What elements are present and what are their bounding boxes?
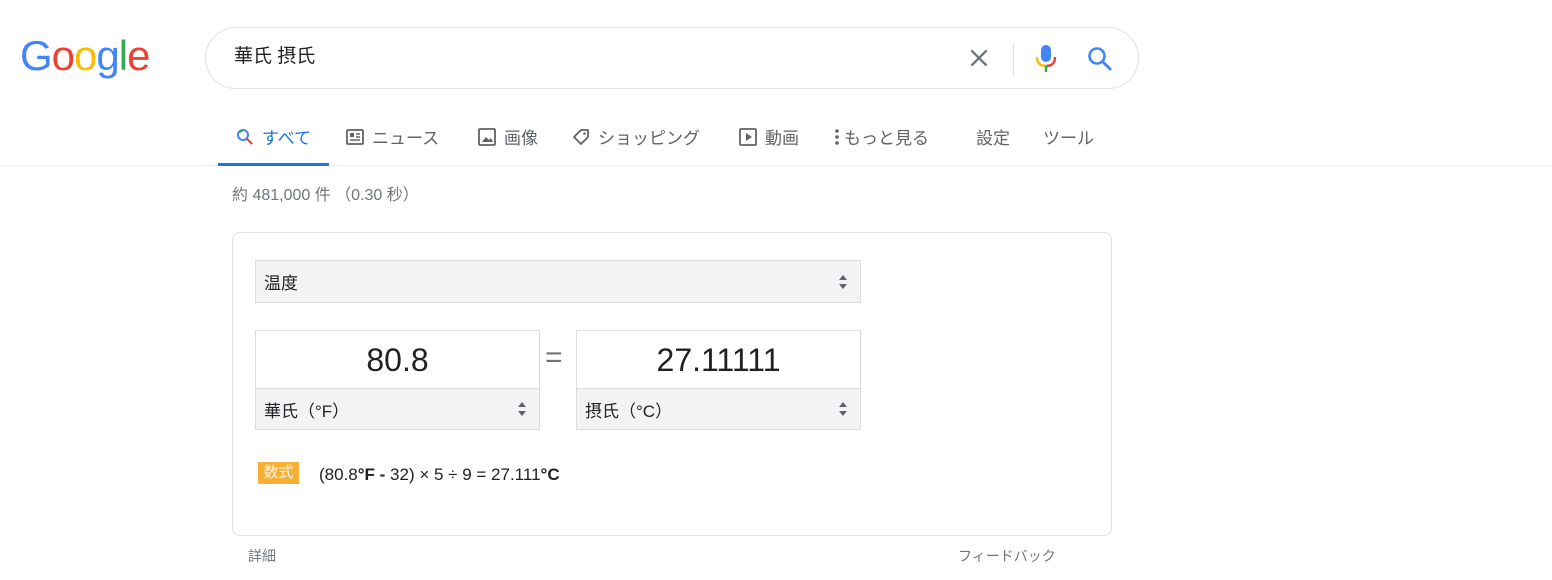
formula-unit: °C xyxy=(540,465,560,484)
from-unit-box: 80.8 華氏（°F） xyxy=(255,330,540,430)
search-icon xyxy=(236,128,253,145)
formula-part: 32) × 5 ÷ 9 = 27.111 xyxy=(390,465,541,484)
tab-label: 設定 xyxy=(976,129,1010,148)
logo-letter: g xyxy=(96,32,119,79)
logo-letter: e xyxy=(127,32,150,79)
updown-arrow-icon xyxy=(839,402,847,416)
search-divider xyxy=(1013,42,1014,76)
from-unit-select[interactable]: 華氏（°F） xyxy=(256,388,539,429)
feedback-link[interactable]: フィードバック xyxy=(958,546,1056,566)
tab-label: もっと見る xyxy=(844,129,929,148)
google-logo[interactable]: G o o g l e xyxy=(20,32,150,79)
play-icon xyxy=(739,127,757,146)
image-icon xyxy=(478,127,496,146)
search-box[interactable]: 華氏 摂氏 xyxy=(205,27,1139,89)
detail-link[interactable]: 詳細 xyxy=(248,546,276,566)
equals-sign: = xyxy=(545,341,563,374)
to-value-input[interactable]: 27.11111 xyxy=(577,331,860,389)
tab-more[interactable]: もっと見る xyxy=(834,108,929,165)
result-stats: 約 481,000 件 （0.30 秒） xyxy=(232,187,419,204)
logo-letter: l xyxy=(118,32,128,79)
more-vert-icon xyxy=(835,128,839,145)
tab-news[interactable]: ニュース xyxy=(346,108,439,165)
logo-letter: G xyxy=(20,32,53,79)
category-select[interactable]: 温度 xyxy=(255,260,861,303)
logo-letter: o xyxy=(51,32,75,79)
close-icon[interactable] xyxy=(966,45,992,71)
tab-label: 動画 xyxy=(765,129,799,148)
formula-part: - xyxy=(374,465,391,484)
tab-settings[interactable]: 設定 xyxy=(976,108,1010,165)
tab-label: すべて xyxy=(261,129,312,148)
search-icon[interactable] xyxy=(1086,45,1114,73)
to-unit-select[interactable]: 摂氏（°C） xyxy=(577,388,860,429)
formula-part: (80.8 xyxy=(319,465,358,484)
formula-badge: 数式 xyxy=(258,462,299,484)
tab-label: 画像 xyxy=(504,129,538,148)
logo-letter: o xyxy=(74,32,97,79)
to-unit-box: 27.11111 摂氏（°C） xyxy=(576,330,861,430)
tab-shopping[interactable]: ショッピング xyxy=(572,108,700,165)
tab-all[interactable]: すべて xyxy=(218,108,329,166)
microphone-icon[interactable] xyxy=(1034,43,1058,75)
tab-videos[interactable]: 動画 xyxy=(739,108,799,165)
news-icon xyxy=(346,128,364,145)
search-input[interactable]: 華氏 摂氏 xyxy=(234,28,315,88)
tab-tools[interactable]: ツール xyxy=(1043,108,1094,165)
updown-arrow-icon xyxy=(518,402,526,416)
formula-unit: °F xyxy=(357,465,375,484)
tag-icon xyxy=(573,128,589,145)
unit-converter-card: 温度 80.8 華氏（°F） = 27.11111 摂氏（°C） 数式 (80.… xyxy=(232,232,1112,536)
tab-images[interactable]: 画像 xyxy=(478,108,538,165)
category-label: 温度 xyxy=(264,274,298,293)
from-unit-label: 華氏（°F） xyxy=(264,401,350,421)
from-value-input[interactable]: 80.8 xyxy=(256,331,539,389)
formula-text: (80.8°F - 32) × 5 ÷ 9 = 27.111°C xyxy=(319,465,560,485)
tab-label: ニュース xyxy=(372,129,440,148)
tab-label: ツール xyxy=(1043,129,1094,148)
to-unit-label: 摂氏（°C） xyxy=(585,401,673,421)
search-tabs: すべて ニュース 画像 ショッピング 動画 もっと見る 設定 ツール xyxy=(0,108,1552,166)
updown-arrow-icon xyxy=(839,274,847,289)
tab-label: ショッピング xyxy=(598,129,700,148)
